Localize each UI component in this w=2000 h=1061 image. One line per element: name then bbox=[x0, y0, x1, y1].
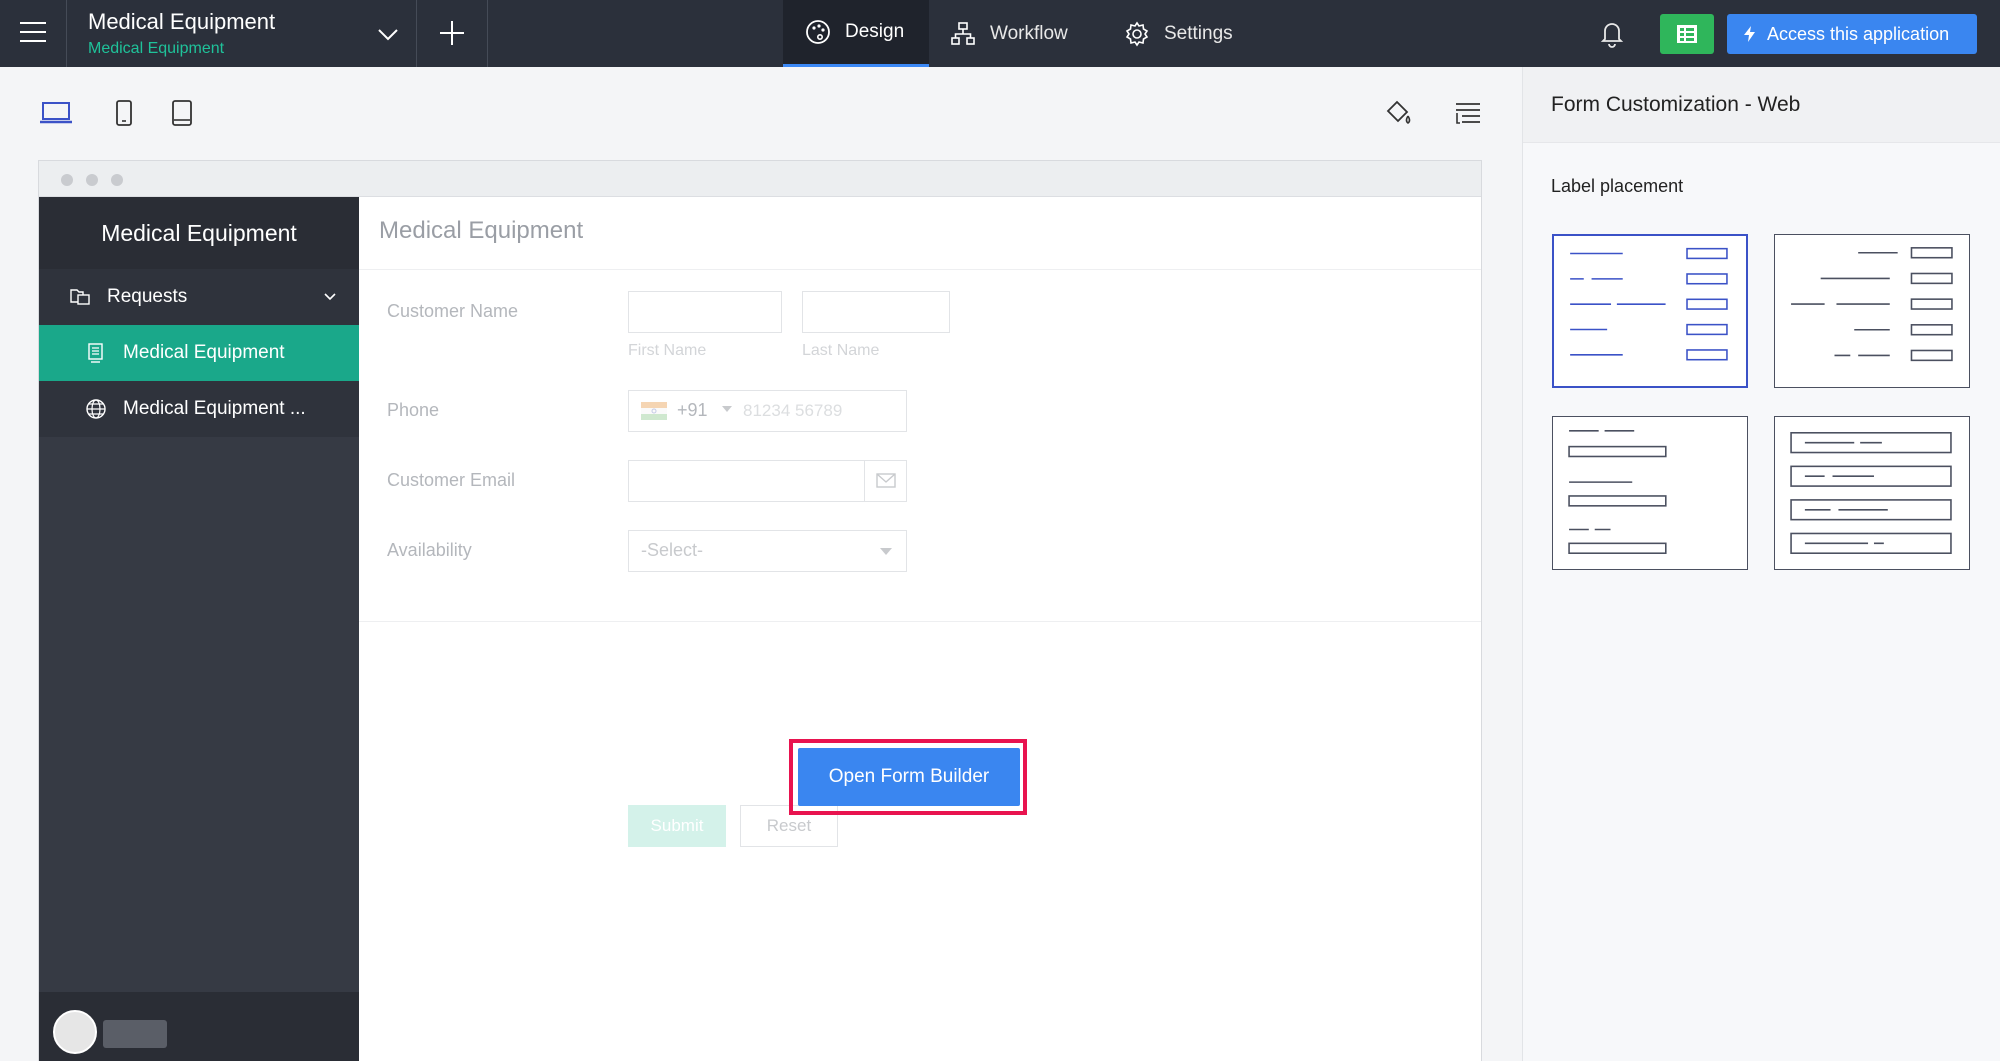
paint-bucket-icon[interactable] bbox=[1382, 98, 1414, 130]
first-name-hint: First Name bbox=[628, 342, 707, 359]
form-customization-panel: Form Customization - Web Label placement bbox=[1522, 67, 2000, 1061]
label-placement-inside[interactable] bbox=[1774, 416, 1970, 570]
first-name-input[interactable] bbox=[628, 291, 782, 333]
right-aligned-layout-icon bbox=[1791, 247, 1953, 362]
sidebar-group-requests[interactable]: Requests bbox=[39, 269, 359, 325]
last-name-input[interactable] bbox=[802, 291, 950, 333]
tab-workflow[interactable]: Workflow bbox=[950, 0, 1068, 67]
app-title[interactable]: Medical Equipment bbox=[88, 9, 275, 35]
field-properties-icon[interactable] bbox=[1452, 98, 1484, 130]
hamburger-menu-icon[interactable] bbox=[20, 22, 46, 44]
sidebar-item-label: Medical Equipment ... bbox=[123, 398, 306, 419]
tab-settings-label: Settings bbox=[1164, 22, 1233, 44]
folder-icon bbox=[70, 289, 90, 305]
top-labels-layout-icon bbox=[1568, 430, 1667, 554]
open-form-builder-button[interactable]: Open Form Builder bbox=[798, 748, 1020, 806]
top-bar: Medical Equipment Medical Equipment Desi… bbox=[0, 0, 2000, 67]
availability-select[interactable]: -Select- bbox=[628, 530, 907, 572]
panel-header: Form Customization - Web bbox=[1523, 67, 2000, 143]
label-placement-title: Label placement bbox=[1551, 176, 1684, 196]
label-placement-top[interactable] bbox=[1552, 416, 1748, 570]
last-name-hint: Last Name bbox=[802, 342, 880, 359]
sidebar-item-label: Medical Equipment bbox=[123, 342, 285, 363]
sidebar-item-medical-equipment-form[interactable]: Medical Equipment bbox=[39, 325, 359, 381]
email-addon bbox=[864, 461, 906, 501]
envelope-icon bbox=[876, 473, 896, 488]
tablet-icon[interactable] bbox=[106, 98, 142, 128]
chevron-down-icon bbox=[324, 293, 336, 301]
globe-icon bbox=[86, 399, 106, 419]
app-preview-button[interactable] bbox=[1660, 14, 1714, 54]
divider bbox=[359, 621, 1481, 622]
user-name-redacted bbox=[103, 1020, 167, 1048]
availability-label: Availability bbox=[387, 540, 472, 560]
phone-label: Phone bbox=[387, 400, 440, 420]
left-aligned-layout-icon bbox=[1570, 247, 1728, 361]
preview-window-bar bbox=[39, 161, 1481, 197]
phone-country-code[interactable]: +91 bbox=[677, 400, 708, 421]
tab-workflow-label: Workflow bbox=[990, 22, 1068, 44]
app-sidebar: Medical Equipment Requests Medical Equip… bbox=[39, 197, 359, 1061]
phone-placeholder: 81234 56789 bbox=[743, 401, 843, 420]
inside-labels-layout-icon bbox=[1790, 432, 1952, 554]
divider bbox=[416, 0, 417, 67]
phone-input[interactable]: +91 81234 56789 bbox=[628, 390, 907, 432]
mobile-icon[interactable] bbox=[164, 98, 200, 128]
panel-title: Form Customization - Web bbox=[1551, 93, 1801, 116]
label-placement-left-aligned[interactable] bbox=[1552, 234, 1748, 388]
avatar[interactable] bbox=[53, 1010, 97, 1054]
sidebar-footer bbox=[39, 992, 359, 1061]
workflow-icon bbox=[951, 21, 975, 45]
chevron-down-icon[interactable] bbox=[374, 20, 402, 48]
submit-button[interactable]: Submit bbox=[628, 805, 726, 847]
sidebar-group-label: Requests bbox=[107, 286, 188, 307]
label-placement-right-aligned[interactable] bbox=[1774, 234, 1970, 388]
laptop-icon[interactable] bbox=[38, 98, 74, 128]
form-area: Medical Equipment Customer Name First Na… bbox=[359, 197, 1481, 1061]
caret-down-icon bbox=[880, 548, 892, 555]
customer-email-input[interactable] bbox=[628, 460, 907, 502]
app-subtitle: Medical Equipment bbox=[88, 40, 225, 57]
caret-down-icon bbox=[722, 406, 732, 412]
tab-design[interactable]: Design bbox=[783, 0, 929, 67]
india-flag-icon bbox=[641, 402, 667, 420]
access-application-label: Access this application bbox=[1767, 23, 1950, 44]
form-icon bbox=[88, 343, 103, 363]
select-placeholder: -Select- bbox=[641, 540, 704, 560]
customer-email-label: Customer Email bbox=[387, 470, 516, 490]
tab-design-label: Design bbox=[845, 21, 905, 42]
window-dot bbox=[61, 174, 73, 186]
form-title: Medical Equipment bbox=[379, 217, 584, 244]
divider bbox=[66, 0, 67, 67]
divider bbox=[359, 269, 1481, 270]
palette-icon bbox=[806, 20, 830, 44]
plus-icon[interactable] bbox=[437, 18, 467, 48]
window-dot bbox=[111, 174, 123, 186]
form-icon bbox=[1677, 25, 1697, 43]
sidebar-item-medical-equipment-web[interactable]: Medical Equipment ... bbox=[39, 381, 359, 437]
tab-settings[interactable]: Settings bbox=[1124, 0, 1233, 67]
divider bbox=[487, 0, 488, 67]
customer-name-label: Customer Name bbox=[387, 301, 519, 321]
window-dot bbox=[86, 174, 98, 186]
form-preview-window: Medical Equipment Requests Medical Equip… bbox=[38, 160, 1482, 1061]
sidebar-title: Medical Equipment bbox=[39, 197, 359, 269]
lightning-icon bbox=[1744, 26, 1755, 42]
gear-icon bbox=[1125, 21, 1149, 46]
bell-icon[interactable] bbox=[1598, 18, 1626, 48]
access-application-button[interactable]: Access this application bbox=[1727, 14, 1977, 54]
